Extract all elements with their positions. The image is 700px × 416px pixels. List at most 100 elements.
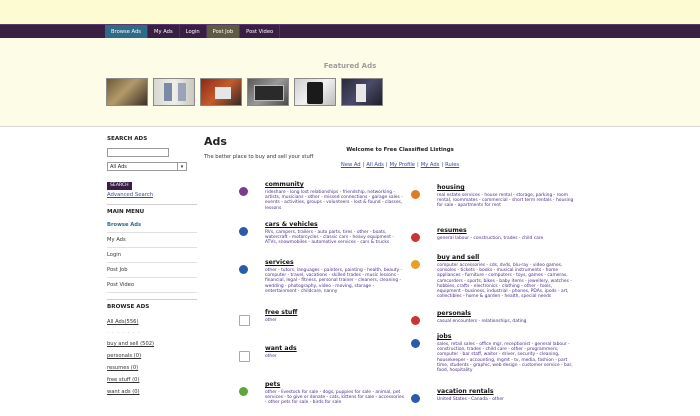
category-title[interactable]: vacation rentals: [437, 388, 577, 396]
nav-tab-login[interactable]: Login: [180, 25, 207, 39]
category-description: other - livestock for sale - dogs, puppi…: [265, 390, 405, 406]
category-resumes: resumes general labour - construction, t…: [411, 227, 577, 242]
browse-link-buy-and-sell[interactable]: buy and sell (502): [107, 338, 197, 350]
featured-thumbnail[interactable]: [341, 78, 383, 106]
services-icon: [239, 265, 248, 274]
community-icon: [239, 187, 248, 196]
house-icon: [411, 190, 420, 199]
category-buy-and-sell: buy and sell computer accessories - cds,…: [411, 254, 577, 300]
category-housing: housing real estate services - house ren…: [411, 184, 577, 209]
nav-tab-post-video[interactable]: Post Video: [240, 25, 281, 39]
top-navbar: Browse Ads My Ads Login Post Job Post Vi…: [0, 24, 700, 39]
category-title[interactable]: resumes: [437, 227, 577, 235]
link-separator: |: [416, 162, 419, 168]
money-icon: [411, 260, 420, 269]
car-icon: [239, 227, 248, 236]
category-description: sales, retail sales - office mgr, recept…: [437, 342, 573, 374]
browse-ads-heading: BROWSE ADS: [107, 304, 150, 310]
category-description: other: [265, 354, 277, 359]
ads-category-select[interactable]: All Ads ▾: [107, 162, 187, 171]
browse-link-want-ads[interactable]: want ads (0): [107, 386, 197, 398]
browse-ads-list: All Ads(556) · · · · · · · buy and sell …: [107, 316, 197, 398]
personals-icon: [411, 316, 420, 325]
divider: [107, 299, 197, 300]
category-description: RVs, campers, trailers - auto parts, tir…: [265, 230, 394, 246]
category-title[interactable]: services: [265, 259, 405, 267]
main-menu: Browse Ads My Ads Login Post Job Post Vi…: [107, 218, 197, 293]
category-vacation-rentals: vacation rentals United States - Canada …: [411, 388, 577, 403]
category-description: real estate services - house rental - st…: [437, 193, 574, 209]
link-new-ad[interactable]: New Ad: [341, 162, 361, 168]
search-input[interactable]: [107, 148, 169, 157]
link-my-profile[interactable]: My Profile: [390, 162, 415, 168]
category-description: United States - Canada - other: [437, 397, 504, 402]
advanced-search-link[interactable]: Advanced Search: [107, 192, 197, 198]
category-title[interactable]: housing: [437, 184, 577, 192]
featured-thumbnail[interactable]: [294, 78, 336, 106]
featured-thumbnail[interactable]: [153, 78, 195, 106]
menu-item-login[interactable]: Login: [107, 248, 197, 263]
link-all-ads[interactable]: All Ads: [366, 162, 384, 168]
category-jobs: jobs sales, retail sales - office mgr, r…: [411, 333, 577, 374]
category-cars-vehicles: cars & vehicles RVs, campers, trailers -…: [239, 221, 405, 246]
featured-thumbnail[interactable]: [200, 78, 242, 106]
category-title[interactable]: cars & vehicles: [265, 221, 405, 229]
category-pets: pets other - livestock for sale - dogs, …: [239, 381, 405, 406]
main-menu-heading: MAIN MENU: [107, 209, 145, 215]
quick-links: New Ad | All Ads | My Profile | My Ads | Rules: [300, 162, 500, 168]
category-description: other - tutors, languages - painters, pa…: [265, 268, 403, 294]
chevron-down-icon: ▾: [177, 163, 186, 171]
top-banner: [0, 0, 700, 24]
featured-thumbnail[interactable]: [106, 78, 148, 106]
featured-thumbnails: [106, 78, 383, 106]
link-separator: |: [362, 162, 365, 168]
pets-icon: [239, 387, 248, 396]
menu-item-my-ads[interactable]: My Ads: [107, 233, 197, 248]
select-value: All Ads: [110, 164, 127, 170]
featured-ads-section: Featured Ads: [0, 38, 700, 127]
search-button[interactable]: SEARCH: [107, 182, 132, 190]
category-title[interactable]: free stuff: [265, 309, 405, 317]
browse-link-personals[interactable]: personals (0): [107, 350, 197, 362]
globe-icon: [411, 394, 420, 403]
document-icon: [239, 351, 250, 362]
page-title: Ads: [204, 135, 227, 148]
menu-item-browse-ads[interactable]: Browse Ads: [107, 218, 197, 233]
featured-thumbnail[interactable]: [247, 78, 289, 106]
category-free-stuff: free stuff other: [239, 309, 405, 326]
jobs-icon: [411, 339, 420, 348]
category-personals: personals casual encounters - relationsh…: [411, 310, 577, 325]
browse-link-resumes[interactable]: resumes (0): [107, 362, 197, 374]
browse-link-free-stuff[interactable]: free stuff (0): [107, 374, 197, 386]
nav-tab-my-ads[interactable]: My Ads: [148, 25, 180, 39]
link-separator: |: [441, 162, 444, 168]
nav-tab-browse-ads[interactable]: Browse Ads: [105, 25, 148, 39]
document-icon: [239, 315, 250, 326]
category-title[interactable]: personals: [437, 310, 577, 318]
page-subtitle: The better place to buy and sell your st…: [204, 154, 314, 160]
welcome-heading: Welcome to Free Classified Listings: [346, 147, 454, 153]
featured-ads-title: Featured Ads: [323, 62, 377, 70]
category-title[interactable]: buy and sell: [437, 254, 577, 262]
sidebar: SEARCH ADS All Ads ▾ SEARCH Advanced Sea…: [107, 136, 197, 398]
category-description: computer accessories - cds, dvds, blu-ra…: [437, 263, 572, 300]
resume-icon: [411, 233, 420, 242]
link-my-ads[interactable]: My Ads: [421, 162, 440, 168]
menu-item-post-job[interactable]: Post Job: [107, 263, 197, 278]
category-title[interactable]: pets: [265, 381, 405, 389]
menu-item-post-video[interactable]: Post Video: [107, 278, 197, 293]
category-want-ads: want ads other: [239, 345, 405, 362]
category-description: rideshare - long lost relationships - fr…: [265, 190, 403, 211]
divider: [107, 204, 197, 205]
category-title[interactable]: community: [265, 181, 405, 189]
category-services: services other - tutors, languages - pai…: [239, 259, 405, 294]
category-title[interactable]: want ads: [265, 345, 405, 353]
category-title[interactable]: jobs: [437, 333, 577, 341]
search-ads-heading: SEARCH ADS: [107, 136, 148, 142]
link-rules[interactable]: Rules: [445, 162, 459, 168]
nav-tab-post-job[interactable]: Post Job: [206, 25, 241, 39]
category-description: casual encounters - relationships, datin…: [437, 319, 527, 324]
link-separator: |: [385, 162, 388, 168]
category-community: community rideshare - long lost relation…: [239, 181, 405, 211]
browse-link-all-ads[interactable]: All Ads(556): [107, 316, 197, 328]
